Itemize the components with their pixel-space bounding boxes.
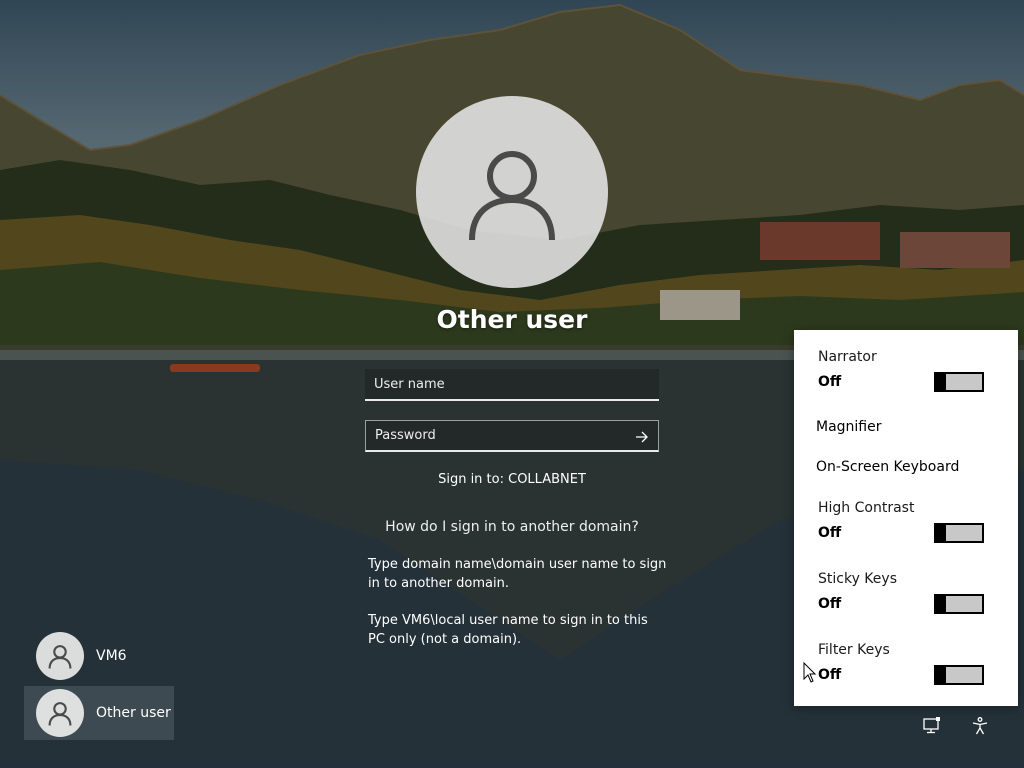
password-field[interactable]: [365, 420, 659, 452]
sticky-keys-state: Off: [818, 596, 842, 612]
high-contrast-toggle[interactable]: [934, 523, 984, 543]
user-avatar-large: [416, 96, 608, 288]
username-field[interactable]: [365, 369, 659, 401]
user-tile-vm6[interactable]: VM6: [24, 629, 174, 683]
magnifier-button[interactable]: Magnifier: [816, 419, 882, 435]
avatar: [36, 632, 84, 680]
sticky-keys-label: Sticky Keys: [818, 571, 897, 587]
user-icon: [48, 702, 72, 726]
help-text-domain: Type domain name\domain user name to sig…: [368, 557, 667, 591]
filter-keys-state: Off: [818, 667, 842, 683]
selected-username: Other user: [436, 305, 588, 334]
high-contrast-label: High Contrast: [818, 500, 915, 516]
toggle-knob: [936, 374, 946, 390]
toggle-knob: [936, 525, 946, 541]
narrator-toggle[interactable]: [934, 372, 984, 392]
narrator-label: Narrator: [818, 349, 877, 365]
narrator-state: Off: [818, 374, 842, 390]
user-tile-label: Other user: [96, 705, 171, 721]
submit-arrow-button[interactable]: [632, 427, 652, 447]
signin-domain-label: Sign in to: COLLABNET: [438, 472, 586, 487]
user-tile-label: VM6: [96, 648, 127, 664]
onscreen-keyboard-button[interactable]: On-Screen Keyboard: [816, 459, 959, 475]
filter-keys-label: Filter Keys: [818, 642, 890, 658]
mouse-cursor-icon: [803, 662, 817, 683]
network-button[interactable]: [920, 714, 944, 738]
toggle-knob: [936, 667, 946, 683]
accessibility-icon: [972, 717, 988, 735]
accessibility-flyout: Narrator Off Magnifier On-Screen Keyboar…: [794, 330, 1018, 706]
accessibility-button[interactable]: [968, 714, 992, 738]
help-text-local: Type VM6\local user name to sign in to t…: [368, 613, 648, 647]
high-contrast-state: Off: [818, 525, 842, 541]
sticky-keys-toggle[interactable]: [934, 594, 984, 614]
arrow-right-icon: [636, 431, 648, 443]
user-icon: [469, 151, 555, 241]
network-icon: [923, 717, 940, 734]
filter-keys-toggle[interactable]: [934, 665, 984, 685]
other-domain-help-link[interactable]: How do I sign in to another domain?: [362, 519, 662, 535]
user-tile-other-user[interactable]: Other user: [24, 686, 174, 740]
toggle-knob: [936, 596, 946, 612]
user-icon: [48, 645, 72, 669]
username-input[interactable]: [365, 369, 659, 399]
avatar: [36, 689, 84, 737]
password-input[interactable]: [366, 421, 658, 450]
